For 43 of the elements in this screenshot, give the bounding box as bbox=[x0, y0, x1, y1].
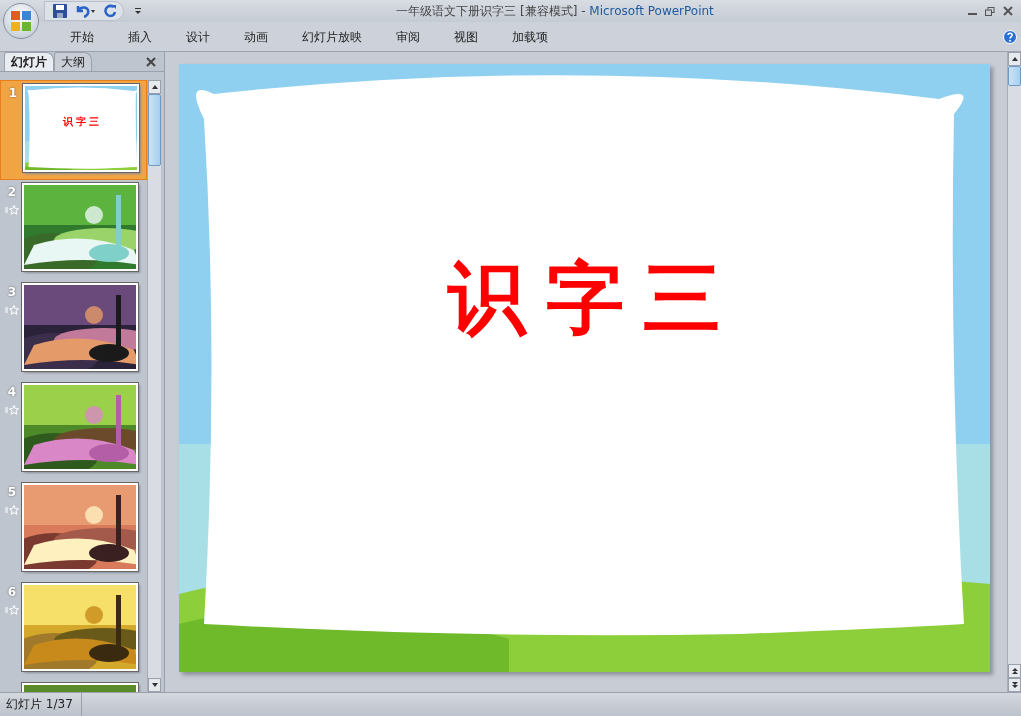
slide-counter: 幻灯片 1/37 bbox=[0, 693, 82, 716]
redo-icon[interactable] bbox=[103, 4, 117, 18]
slide-number: 2 bbox=[7, 184, 17, 201]
up-arrow-icon bbox=[1010, 668, 1019, 674]
slide-number: 5 bbox=[7, 484, 17, 501]
ribbon-tab[interactable]: 加载项 bbox=[500, 27, 560, 46]
slide-number: 6 bbox=[7, 584, 17, 601]
pane-tab[interactable]: 大纲 bbox=[54, 52, 92, 71]
down-arrow-icon bbox=[150, 682, 159, 688]
ribbon-tab[interactable]: 插入 bbox=[116, 27, 164, 46]
scroll-up-button[interactable] bbox=[1008, 52, 1021, 66]
window-title: 一年级语文下册识字三 [兼容模式] - Microsoft PowerPoint bbox=[395, 3, 715, 20]
slide-title: 识 字 三 bbox=[61, 115, 101, 129]
pane-tab[interactable]: 幻灯片 bbox=[4, 52, 54, 71]
scrollbar[interactable] bbox=[1007, 52, 1021, 692]
ribbon-tab[interactable]: 幻灯片放映 bbox=[290, 27, 374, 46]
scroll-down-button[interactable] bbox=[148, 678, 161, 692]
scroll-thumb[interactable] bbox=[148, 94, 161, 166]
ribbon-tab[interactable]: 设计 bbox=[174, 27, 222, 46]
ribbon-tab[interactable]: 审阅 bbox=[384, 27, 432, 46]
help-icon[interactable] bbox=[1003, 29, 1017, 44]
save-icon[interactable] bbox=[53, 4, 67, 18]
next-slide-button[interactable] bbox=[1008, 678, 1021, 692]
ribbon-tab[interactable]: 动画 bbox=[232, 27, 280, 46]
scroll-thumb[interactable] bbox=[1008, 66, 1021, 86]
slide-number: 1 bbox=[8, 85, 18, 102]
undo-icon[interactable] bbox=[75, 4, 95, 18]
previous-slide-button[interactable] bbox=[1008, 664, 1021, 678]
ribbon-tab[interactable]: 视图 bbox=[442, 27, 490, 46]
close-icon[interactable] bbox=[1003, 6, 1013, 16]
scroll-up-button[interactable] bbox=[148, 80, 161, 94]
restore-icon[interactable] bbox=[985, 6, 995, 16]
slide-thumbnail-row[interactable]: 1 识 字 三 bbox=[0, 80, 147, 180]
scrollbar[interactable] bbox=[147, 80, 161, 692]
up-arrow-icon bbox=[1010, 56, 1019, 62]
logo bbox=[10, 10, 32, 32]
ribbon-tab[interactable]: 开始 bbox=[58, 27, 106, 46]
close-icon[interactable] bbox=[146, 57, 156, 67]
up-arrow-icon bbox=[150, 84, 159, 90]
down-arrow-icon bbox=[1010, 682, 1019, 688]
customize-icon[interactable] bbox=[134, 7, 142, 15]
slide-number: 4 bbox=[7, 384, 17, 401]
slide-number: 3 bbox=[7, 284, 17, 301]
